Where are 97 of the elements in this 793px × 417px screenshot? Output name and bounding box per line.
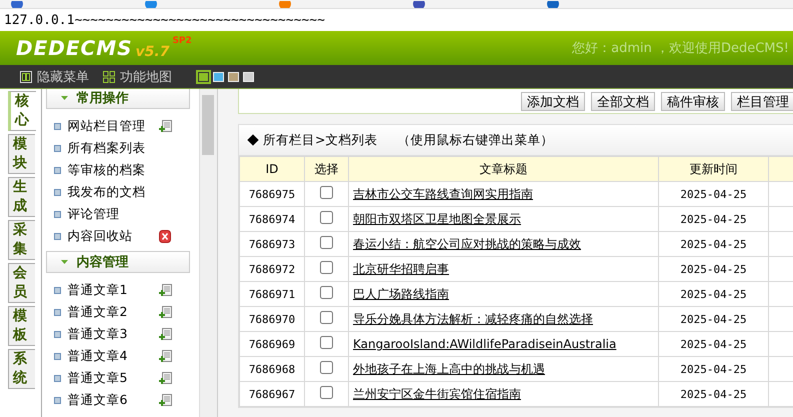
bullet-icon (54, 188, 62, 196)
id-cell: 7686974 (240, 206, 304, 232)
add-document-icon (159, 372, 172, 384)
add-document-icon (159, 394, 172, 406)
bullet-icon (54, 286, 62, 294)
bullet-icon (54, 210, 62, 218)
id-cell: 7686973 (240, 232, 304, 256)
side-tab[interactable]: 模块 (8, 134, 35, 174)
section-header[interactable]: 常用操作 (46, 89, 190, 109)
side-tab[interactable]: 核心 (8, 91, 36, 131)
logo-text: DEDECMS (16, 36, 133, 60)
section-title: 常用操作 (76, 90, 128, 107)
menu-item[interactable]: 所有档案列表 (67, 140, 154, 156)
bullet-icon (54, 232, 62, 240)
date-cell: 2025-04-25 (658, 206, 768, 232)
bullet-icon (54, 122, 62, 130)
date-cell: 2025-04-25 (658, 282, 768, 306)
article-link[interactable]: 巴人广场路线指南 (353, 286, 449, 300)
id-cell: 7686970 (240, 306, 304, 332)
row-checkbox[interactable] (320, 286, 333, 299)
bullet-icon (54, 144, 62, 152)
version-label: v5.7 (136, 44, 170, 60)
id-cell: 7686969 (240, 332, 304, 356)
id-cell: 7686975 (240, 182, 304, 206)
menu-item[interactable]: 普通文章3 (67, 326, 154, 342)
bullet-icon (54, 374, 62, 382)
columns-icon (20, 70, 32, 82)
id-cell: 7686971 (240, 282, 304, 306)
breadcrumb-text: 所有栏目>文档列表 (263, 132, 378, 148)
bookmark-icon (10, 1, 24, 8)
toolbar-button[interactable]: 添加文档 (521, 92, 585, 110)
grid-icon (103, 70, 115, 82)
menu-link[interactable]: 功能地图 (103, 68, 172, 86)
menu-item[interactable]: 内容回收站 (67, 228, 154, 244)
date-cell: 2025-04-25 (658, 306, 768, 332)
bookmark-icon (278, 1, 292, 8)
scrollbar[interactable] (199, 89, 217, 417)
menu-link[interactable]: 隐藏菜单 (20, 68, 89, 86)
row-checkbox[interactable] (320, 186, 333, 199)
toolbar-button[interactable]: 稿件审核 (661, 92, 725, 110)
bookmark-icon (144, 1, 158, 8)
side-tab[interactable]: 系统 (8, 349, 35, 389)
side-tab[interactable]: 采集 (8, 220, 35, 260)
side-tab[interactable]: 模板 (8, 306, 35, 346)
id-cell: 7686972 (240, 256, 304, 282)
bookmark-icon (546, 1, 560, 8)
toolbar-button[interactable]: 栏目管理 (731, 92, 793, 110)
bookmark-icon (412, 1, 426, 8)
column-header: 更新时间 (658, 156, 768, 182)
add-document-icon (159, 350, 172, 362)
article-link[interactable]: 北京研华招聘启事 (353, 262, 449, 276)
date-cell: 2025-04-25 (658, 356, 768, 382)
section-header[interactable]: 内容管理 (46, 251, 190, 273)
bullet-icon (54, 330, 62, 338)
side-tab[interactable]: 生成 (8, 177, 35, 217)
row-checkbox[interactable] (320, 311, 333, 324)
skin-swatch[interactable] (198, 72, 209, 82)
row-checkbox[interactable] (320, 211, 333, 224)
hint-text: （使用鼠标右键弹出菜单） (397, 132, 554, 148)
date-cell: 2025-04-25 (658, 382, 768, 406)
id-cell: 7686967 (240, 382, 304, 406)
welcome-text: 您好：admin ，欢迎使用DedeCMS! (572, 40, 790, 57)
bullet-icon (54, 352, 62, 360)
menu-item[interactable]: 普通文章2 (67, 304, 154, 320)
column-header: 选择 (304, 156, 348, 182)
menu-item[interactable]: 我发布的文档 (67, 184, 154, 200)
row-checkbox[interactable] (320, 336, 333, 349)
date-cell: 2025-04-25 (658, 332, 768, 356)
column-header: 文章标题 (348, 156, 658, 182)
menu-item[interactable]: 普通文章1 (67, 282, 154, 298)
date-cell: 2025-04-25 (658, 232, 768, 256)
edition-label: SP2 (172, 36, 192, 46)
menu-item[interactable]: 评论管理 (67, 206, 154, 222)
menu-item[interactable]: 普通文章5 (67, 370, 154, 386)
side-tab[interactable]: 会员 (8, 263, 35, 303)
row-checkbox[interactable] (320, 261, 333, 274)
row-checkbox[interactable] (320, 236, 333, 249)
add-document-icon (159, 120, 172, 132)
row-checkbox[interactable] (320, 386, 333, 399)
section-title: 内容管理 (76, 254, 128, 271)
column-header: ID (240, 156, 304, 182)
menu-item[interactable]: 等审核的档案 (67, 162, 154, 178)
toolbar-button[interactable]: 全部文档 (591, 92, 655, 110)
bullet-icon (54, 308, 62, 316)
add-document-icon (159, 284, 172, 296)
bullet-icon (54, 396, 62, 404)
menu-item[interactable]: 普通文章6 (67, 392, 154, 408)
date-cell: 2025-04-25 (658, 182, 768, 206)
menu-item[interactable]: 普通文章4 (67, 348, 154, 364)
bullet-icon (54, 166, 62, 174)
add-document-icon (159, 328, 172, 340)
row-checkbox[interactable] (320, 361, 333, 374)
add-document-icon (159, 306, 172, 318)
delete-icon (159, 230, 172, 242)
id-cell: 7686968 (240, 356, 304, 382)
date-cell: 2025-04-25 (658, 256, 768, 282)
menu-item[interactable]: 网站栏目管理 (67, 118, 154, 134)
